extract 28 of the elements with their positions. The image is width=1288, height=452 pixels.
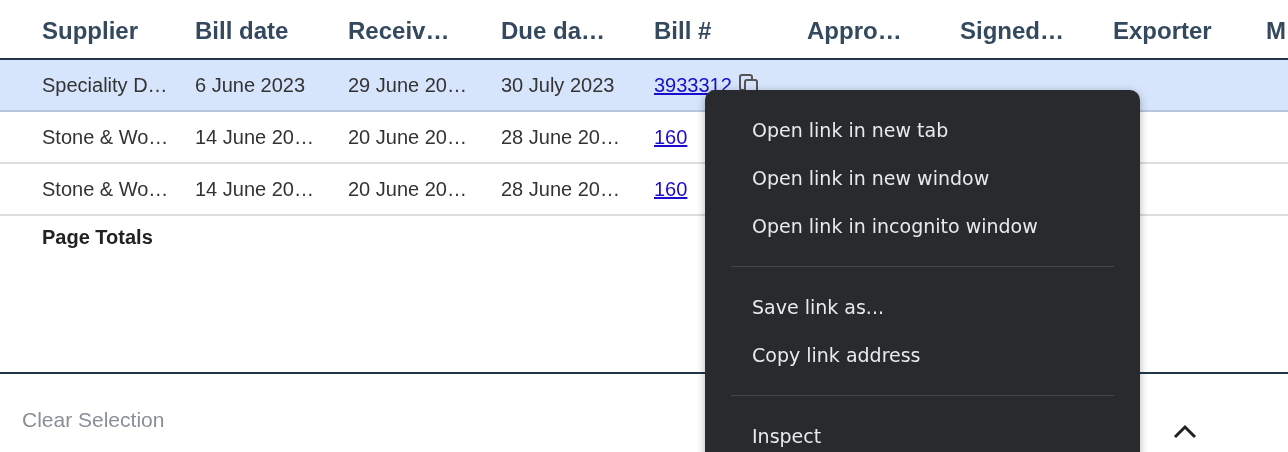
chevron-up-icon[interactable]	[1172, 424, 1198, 440]
bill-link[interactable]: 160	[654, 125, 688, 149]
column-header[interactable]: Receiv…	[348, 13, 501, 45]
column-header[interactable]: Exporter	[1113, 13, 1266, 45]
table-cell: 20 June 20…	[348, 125, 467, 149]
table-cell: 6 June 2023	[195, 73, 306, 97]
table-cell: 20 June 20…	[348, 177, 467, 201]
table-cell: Speciality D…	[42, 73, 168, 97]
menu-item[interactable]: Copy link address	[705, 331, 1140, 379]
column-header[interactable]: Supplier	[42, 13, 195, 45]
column-header[interactable]: Signed…	[960, 13, 1113, 45]
column-header[interactable]: Appro…	[807, 13, 960, 45]
table-cell: 14 June 20…	[195, 177, 314, 201]
bill-link[interactable]: 160	[654, 177, 688, 201]
menu-item[interactable]: Save link as...	[705, 283, 1140, 331]
table-cell: 28 June 20…	[501, 177, 620, 201]
table-cell: 28 June 20…	[501, 125, 620, 149]
table-cell: 14 June 20…	[195, 125, 314, 149]
table-cell: 30 July 2023	[501, 73, 615, 97]
column-header[interactable]: Bill date	[195, 13, 348, 45]
column-header[interactable]: Bill #	[654, 13, 807, 45]
column-header[interactable]: M	[1266, 13, 1286, 45]
table-cell: 29 June 20…	[348, 73, 467, 97]
column-header[interactable]: Due da…	[501, 13, 654, 45]
table-cell: Stone & Wo…	[42, 125, 169, 149]
menu-item[interactable]: Inspect	[705, 412, 1140, 452]
table-cell: Stone & Wo…	[42, 177, 169, 201]
totals-label: Page Totals	[42, 226, 153, 248]
